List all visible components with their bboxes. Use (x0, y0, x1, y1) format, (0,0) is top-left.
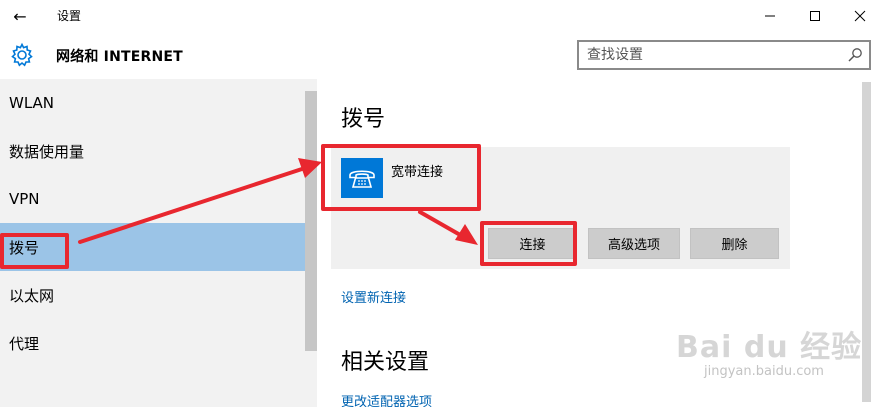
minimize-button[interactable] (747, 0, 792, 32)
gear-icon (11, 42, 33, 67)
advanced-options-button[interactable]: 高级选项 (588, 228, 680, 259)
page-title: 网络和 INTERNET (56, 49, 183, 65)
search-box[interactable] (577, 40, 871, 70)
minimize-icon (764, 15, 775, 17)
watermark-logo: Bai du 经验 (676, 330, 863, 365)
search-icon[interactable] (847, 47, 863, 63)
sidebar-item-label: 数据使用量 (9, 142, 85, 161)
sidebar-item-label: WLAN (9, 94, 55, 112)
close-icon (854, 10, 865, 22)
search-input[interactable] (587, 45, 837, 65)
content-scrollbar[interactable] (862, 82, 871, 402)
related-settings-heading: 相关设置 (341, 350, 430, 375)
change-adapter-options-link[interactable]: 更改适配器选项 (341, 391, 432, 407)
back-arrow-icon: ← (13, 6, 27, 26)
sidebar-item-wlan[interactable]: WLAN (0, 79, 305, 127)
sidebar-item-proxy[interactable]: 代理 (0, 319, 305, 367)
sidebar-item-data-usage[interactable]: 数据使用量 (0, 127, 305, 175)
maximize-button[interactable] (792, 0, 837, 32)
window-title: 设置 (57, 9, 82, 23)
title-bar: ← 设置 (0, 0, 881, 32)
back-button[interactable]: ← (0, 0, 40, 32)
delete-button[interactable]: 删除 (690, 228, 779, 259)
sidebar-item-label: 代理 (9, 334, 40, 353)
sidebar-scrollbar[interactable] (305, 91, 317, 351)
dialup-heading: 拨号 (341, 107, 386, 132)
sidebar-item-ethernet[interactable]: 以太网 (0, 271, 305, 319)
sidebar-item-label: VPN (9, 190, 40, 208)
sidebar-item-vpn[interactable]: VPN (0, 175, 305, 223)
annotation-box-connection (321, 144, 481, 211)
annotation-box-dialup (0, 233, 69, 269)
setup-new-connection-link[interactable]: 设置新连接 (341, 287, 406, 306)
sidebar-item-label: 以太网 (9, 286, 55, 305)
watermark-url: jingyan.baidu.com (704, 364, 824, 379)
page-header: 网络和 INTERNET (0, 32, 881, 79)
annotation-box-connect (480, 221, 577, 266)
close-button[interactable] (837, 0, 881, 32)
maximize-icon (809, 11, 820, 21)
